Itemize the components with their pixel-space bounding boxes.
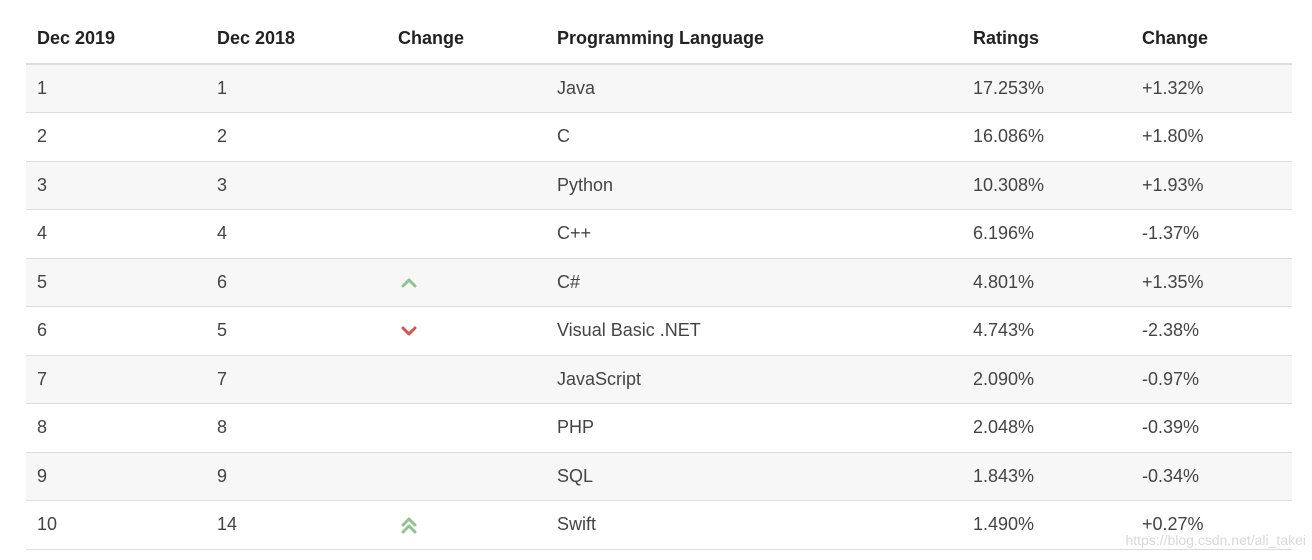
language-cell: C bbox=[546, 112, 962, 162]
rank-2019-cell: 1 bbox=[26, 64, 206, 113]
header-row: Dec 2019 Dec 2018 Change Programming Lan… bbox=[26, 14, 1292, 65]
rating-cell: 4.801% bbox=[962, 258, 1131, 307]
rating-cell: 10.308% bbox=[962, 161, 1131, 210]
watermark: https://blog.csdn.net/ali_takei bbox=[1125, 532, 1306, 548]
rank-2018-cell: 7 bbox=[206, 355, 387, 404]
rating-cell: 2.048% bbox=[962, 403, 1131, 453]
rating-cell: 1.490% bbox=[962, 500, 1131, 550]
rank-change-cell bbox=[387, 258, 546, 307]
header-rank-change[interactable]: Change bbox=[387, 14, 546, 65]
table-row: 5 6 C# 4.801% +1.35% bbox=[26, 258, 1292, 307]
rank-2018-cell: 4 bbox=[206, 209, 387, 259]
rank-2019-cell: 10 bbox=[26, 500, 206, 550]
rank-change-cell bbox=[387, 355, 546, 404]
rank-2019-cell: 9 bbox=[26, 452, 206, 501]
rank-2018-cell: 2 bbox=[206, 112, 387, 162]
language-cell: Python bbox=[546, 161, 962, 210]
chevron-up-icon bbox=[399, 273, 419, 293]
table-row: 1 1 Java 17.253% +1.32% bbox=[26, 64, 1292, 113]
rating-cell: 2.090% bbox=[962, 355, 1131, 404]
rating-change-cell: +1.93% bbox=[1131, 161, 1292, 210]
table-row: 9 9 SQL 1.843% -0.34% bbox=[26, 452, 1292, 501]
rank-change-cell bbox=[387, 209, 546, 259]
rank-change-cell bbox=[387, 161, 546, 210]
rating-change-cell: -1.37% bbox=[1131, 209, 1292, 259]
rank-2018-cell: 9 bbox=[206, 452, 387, 501]
chevron-down-icon bbox=[399, 321, 419, 341]
language-cell: JavaScript bbox=[546, 355, 962, 404]
rank-2018-cell: 3 bbox=[206, 161, 387, 210]
rank-2019-cell: 6 bbox=[26, 306, 206, 356]
rating-change-cell: +1.80% bbox=[1131, 112, 1292, 162]
table-row: 10 14 Swift 1.490% +0.27% bbox=[26, 500, 1292, 550]
rank-2019-cell: 8 bbox=[26, 403, 206, 453]
table-row: 4 4 C++ 6.196% -1.37% bbox=[26, 209, 1292, 259]
table-row: 2 2 C 16.086% +1.80% bbox=[26, 112, 1292, 162]
rank-2019-cell: 4 bbox=[26, 209, 206, 259]
rating-change-cell: -0.34% bbox=[1131, 452, 1292, 501]
header-dec-2019[interactable]: Dec 2019 bbox=[26, 14, 206, 65]
rank-2018-cell: 1 bbox=[206, 64, 387, 113]
language-cell: Java bbox=[546, 64, 962, 113]
table-row: 7 7 JavaScript 2.090% -0.97% bbox=[26, 355, 1292, 404]
table-row: 6 5 Visual Basic .NET 4.743% -2.38% bbox=[26, 306, 1292, 356]
language-cell: C# bbox=[546, 258, 962, 307]
table-header: Dec 2019 Dec 2018 Change Programming Lan… bbox=[26, 14, 1292, 65]
rating-cell: 1.843% bbox=[962, 452, 1131, 501]
rating-cell: 16.086% bbox=[962, 112, 1131, 162]
rank-change-cell bbox=[387, 306, 546, 356]
header-rating-change[interactable]: Change bbox=[1131, 14, 1292, 65]
rank-2019-cell: 2 bbox=[26, 112, 206, 162]
rank-2018-cell: 6 bbox=[206, 258, 387, 307]
rank-change-cell bbox=[387, 500, 546, 550]
rating-change-cell: -0.97% bbox=[1131, 355, 1292, 404]
rank-change-cell bbox=[387, 403, 546, 453]
rating-cell: 6.196% bbox=[962, 209, 1131, 259]
language-cell: Visual Basic .NET bbox=[546, 306, 962, 356]
table-body: 1 1 Java 17.253% +1.32% 2 2 C 16.086% +1.80% 3 3 Pyt… bbox=[26, 64, 1292, 550]
rating-change-cell: -0.39% bbox=[1131, 403, 1292, 453]
table-row: 3 3 Python 10.308% +1.93% bbox=[26, 161, 1292, 210]
rank-2019-cell: 3 bbox=[26, 161, 206, 210]
rank-change-cell bbox=[387, 112, 546, 162]
language-cell: SQL bbox=[546, 452, 962, 501]
rank-2019-cell: 7 bbox=[26, 355, 206, 404]
table-row: 8 8 PHP 2.048% -0.39% bbox=[26, 403, 1292, 453]
rank-2018-cell: 5 bbox=[206, 306, 387, 356]
rank-2018-cell: 14 bbox=[206, 500, 387, 550]
header-ratings[interactable]: Ratings bbox=[962, 14, 1131, 65]
language-cell: C++ bbox=[546, 209, 962, 259]
header-programming-language[interactable]: Programming Language bbox=[546, 14, 962, 65]
language-cell: PHP bbox=[546, 403, 962, 453]
rank-2018-cell: 8 bbox=[206, 403, 387, 453]
ranking-table: Dec 2019 Dec 2018 Change Programming Lan… bbox=[26, 14, 1292, 550]
rating-change-cell: +1.32% bbox=[1131, 64, 1292, 113]
header-dec-2018[interactable]: Dec 2018 bbox=[206, 14, 387, 65]
double-chevron-up-icon bbox=[399, 515, 419, 535]
rank-change-cell bbox=[387, 452, 546, 501]
rating-cell: 17.253% bbox=[962, 64, 1131, 113]
rank-change-cell bbox=[387, 64, 546, 113]
rating-change-cell: +1.35% bbox=[1131, 258, 1292, 307]
rating-change-cell: -2.38% bbox=[1131, 306, 1292, 356]
rating-cell: 4.743% bbox=[962, 306, 1131, 356]
rank-2019-cell: 5 bbox=[26, 258, 206, 307]
language-cell: Swift bbox=[546, 500, 962, 550]
